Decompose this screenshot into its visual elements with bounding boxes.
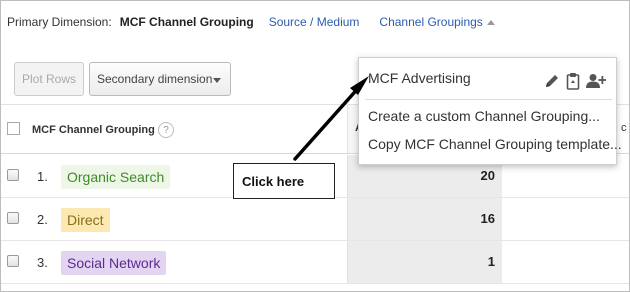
- caret-up-icon: [486, 20, 495, 26]
- report-panel: Primary Dimension: MCF Channel Grouping …: [0, 0, 630, 292]
- metric-value: 1: [487, 254, 495, 269]
- channel-label-organic-search[interactable]: Organic Search: [61, 165, 171, 189]
- primary-dimension-bar: Primary Dimension: MCF Channel Grouping …: [1, 1, 629, 43]
- channel-groupings-menu: MCF Advertising Create a custom Channel …: [358, 57, 622, 165]
- table-row: 2. Direct 16: [1, 198, 629, 241]
- chevron-down-icon: [213, 78, 221, 83]
- column-header-mcf-channel-grouping[interactable]: MCF Channel Grouping: [32, 124, 155, 136]
- channel-label-social-network[interactable]: Social Network: [61, 251, 167, 275]
- plot-rows-button[interactable]: Plot Rows: [14, 62, 84, 96]
- channel-label-direct[interactable]: Direct: [61, 208, 110, 232]
- click-here-callout: Click here: [233, 163, 335, 199]
- channel-groupings-label: Channel Groupings: [379, 15, 483, 29]
- metric-cell: 1: [347, 241, 502, 283]
- metric-value: 16: [480, 211, 495, 226]
- row-index: 1.: [37, 169, 48, 184]
- row-checkbox[interactable]: [7, 169, 19, 181]
- menu-item-actions: [544, 72, 606, 90]
- row-checkbox[interactable]: [7, 255, 19, 267]
- secondary-dimension-dropdown[interactable]: Secondary dimension: [89, 62, 231, 96]
- dimension-mcf-channel-grouping[interactable]: MCF Channel Grouping: [120, 15, 254, 29]
- primary-dimension-label: Primary Dimension:: [7, 15, 112, 29]
- secondary-dimension-label: Secondary dimension: [97, 72, 213, 86]
- menu-item-copy-template[interactable]: Copy MCF Channel Grouping template...: [368, 136, 622, 152]
- menu-item-create-custom-channel-grouping[interactable]: Create a custom Channel Grouping...: [368, 108, 600, 124]
- pencil-icon[interactable]: [544, 73, 560, 89]
- help-icon[interactable]: ?: [158, 122, 174, 138]
- metric-value: 20: [480, 168, 495, 183]
- table-row: 3. Social Network 1: [1, 241, 629, 284]
- row-index: 3.: [37, 255, 48, 270]
- row-checkbox[interactable]: [7, 212, 19, 224]
- clipboard-icon[interactable]: [566, 72, 580, 90]
- add-user-icon[interactable]: [586, 73, 606, 89]
- select-all-checkbox[interactable]: [7, 122, 20, 135]
- row-index: 2.: [37, 212, 48, 227]
- menu-divider: [365, 99, 612, 100]
- metric-cell: 16: [347, 198, 502, 240]
- right-column-header-label: c: [621, 122, 627, 134]
- channel-groupings-link[interactable]: Channel Groupings: [379, 15, 495, 29]
- menu-item-mcf-advertising[interactable]: MCF Advertising: [368, 70, 471, 86]
- dimension-source-medium-link[interactable]: Source / Medium: [269, 15, 360, 29]
